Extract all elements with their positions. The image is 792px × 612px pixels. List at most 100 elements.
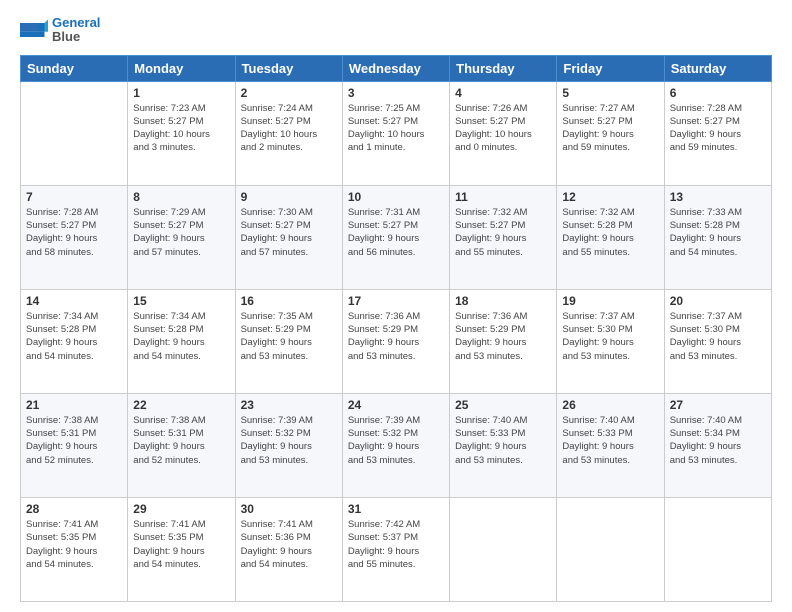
day-info: Sunrise: 7:42 AM Sunset: 5:37 PM Dayligh…: [348, 518, 444, 571]
week-row-5: 28 Sunrise: 7:41 AM Sunset: 5:35 PM Dayli…: [21, 497, 772, 601]
logo: General Blue: [20, 16, 100, 45]
calendar-cell: [450, 497, 557, 601]
calendar-cell: 22 Sunrise: 7:38 AM Sunset: 5:31 PM Dayli…: [128, 393, 235, 497]
day-info: Sunrise: 7:37 AM Sunset: 5:30 PM Dayligh…: [562, 310, 658, 363]
day-info: Sunrise: 7:39 AM Sunset: 5:32 PM Dayligh…: [348, 414, 444, 467]
day-header-monday: Monday: [128, 55, 235, 81]
calendar-cell: 15 Sunrise: 7:34 AM Sunset: 5:28 PM Dayli…: [128, 289, 235, 393]
day-number: 29: [133, 502, 229, 516]
day-info: Sunrise: 7:34 AM Sunset: 5:28 PM Dayligh…: [26, 310, 122, 363]
calendar-cell: 30Sunrise: 7:41 AM Sunset: 5:36 PM Dayli…: [235, 497, 342, 601]
day-header-tuesday: Tuesday: [235, 55, 342, 81]
day-number: 25: [455, 398, 551, 412]
calendar-cell: 19Sunrise: 7:37 AM Sunset: 5:30 PM Dayli…: [557, 289, 664, 393]
day-info: Sunrise: 7:32 AM Sunset: 5:27 PM Dayligh…: [455, 206, 551, 259]
calendar-cell: 16 Sunrise: 7:35 AM Sunset: 5:29 PM Dayli…: [235, 289, 342, 393]
day-number: 28: [26, 502, 122, 516]
day-number: 1: [133, 86, 229, 100]
day-info: Sunrise: 7:40 AM Sunset: 5:33 PM Dayligh…: [562, 414, 658, 467]
week-row-4: 21Sunrise: 7:38 AM Sunset: 5:31 PM Dayli…: [21, 393, 772, 497]
day-header-thursday: Thursday: [450, 55, 557, 81]
day-info: Sunrise: 7:41 AM Sunset: 5:35 PM Dayligh…: [133, 518, 229, 571]
calendar-cell: 12 Sunrise: 7:32 AM Sunset: 5:28 PM Dayli…: [557, 185, 664, 289]
calendar-cell: 21Sunrise: 7:38 AM Sunset: 5:31 PM Dayli…: [21, 393, 128, 497]
day-number: 4: [455, 86, 551, 100]
header: General Blue: [20, 16, 772, 45]
day-number: 24: [348, 398, 444, 412]
day-number: 6: [670, 86, 766, 100]
logo-icon: [20, 16, 48, 44]
calendar-cell: 28 Sunrise: 7:41 AM Sunset: 5:35 PM Dayli…: [21, 497, 128, 601]
calendar-cell: 26 Sunrise: 7:40 AM Sunset: 5:33 PM Dayli…: [557, 393, 664, 497]
day-info: Sunrise: 7:35 AM Sunset: 5:29 PM Dayligh…: [241, 310, 337, 363]
page: General Blue SundayMondayTuesdayWednesda…: [0, 0, 792, 612]
calendar-cell: 8 Sunrise: 7:29 AM Sunset: 5:27 PM Daylig…: [128, 185, 235, 289]
day-info: Sunrise: 7:24 AM Sunset: 5:27 PM Dayligh…: [241, 102, 337, 155]
day-info: Sunrise: 7:33 AM Sunset: 5:28 PM Dayligh…: [670, 206, 766, 259]
day-number: 8: [133, 190, 229, 204]
day-number: 15: [133, 294, 229, 308]
day-number: 13: [670, 190, 766, 204]
day-info: Sunrise: 7:23 AM Sunset: 5:27 PM Dayligh…: [133, 102, 229, 155]
day-info: Sunrise: 7:41 AM Sunset: 5:35 PM Dayligh…: [26, 518, 122, 571]
day-number: 27: [670, 398, 766, 412]
day-number: 31: [348, 502, 444, 516]
calendar-cell: 25 Sunrise: 7:40 AM Sunset: 5:33 PM Dayli…: [450, 393, 557, 497]
calendar-cell: 18Sunrise: 7:36 AM Sunset: 5:29 PM Dayli…: [450, 289, 557, 393]
day-info: Sunrise: 7:38 AM Sunset: 5:31 PM Dayligh…: [133, 414, 229, 467]
calendar-cell: 20Sunrise: 7:37 AM Sunset: 5:30 PM Dayli…: [664, 289, 771, 393]
day-info: Sunrise: 7:40 AM Sunset: 5:34 PM Dayligh…: [670, 414, 766, 467]
calendar-cell: [664, 497, 771, 601]
week-row-1: 1 Sunrise: 7:23 AM Sunset: 5:27 PM Daylig…: [21, 81, 772, 185]
day-number: 16: [241, 294, 337, 308]
calendar-cell: 29 Sunrise: 7:41 AM Sunset: 5:35 PM Dayli…: [128, 497, 235, 601]
calendar-cell: 10 Sunrise: 7:31 AM Sunset: 5:27 PM Dayli…: [342, 185, 449, 289]
logo-text: General Blue: [52, 16, 100, 45]
day-number: 5: [562, 86, 658, 100]
calendar-cell: 11Sunrise: 7:32 AM Sunset: 5:27 PM Dayli…: [450, 185, 557, 289]
calendar-cell: 3Sunrise: 7:25 AM Sunset: 5:27 PM Daylig…: [342, 81, 449, 185]
calendar-cell: 13 Sunrise: 7:33 AM Sunset: 5:28 PM Dayli…: [664, 185, 771, 289]
day-number: 20: [670, 294, 766, 308]
calendar-cell: [21, 81, 128, 185]
calendar-cell: 14 Sunrise: 7:34 AM Sunset: 5:28 PM Dayli…: [21, 289, 128, 393]
day-info: Sunrise: 7:28 AM Sunset: 5:27 PM Dayligh…: [26, 206, 122, 259]
calendar-cell: 6 Sunrise: 7:28 AM Sunset: 5:27 PM Daylig…: [664, 81, 771, 185]
day-info: Sunrise: 7:27 AM Sunset: 5:27 PM Dayligh…: [562, 102, 658, 155]
day-info: Sunrise: 7:36 AM Sunset: 5:29 PM Dayligh…: [348, 310, 444, 363]
calendar-cell: 24 Sunrise: 7:39 AM Sunset: 5:32 PM Dayli…: [342, 393, 449, 497]
day-info: Sunrise: 7:29 AM Sunset: 5:27 PM Dayligh…: [133, 206, 229, 259]
day-number: 9: [241, 190, 337, 204]
calendar-cell: 7 Sunrise: 7:28 AM Sunset: 5:27 PM Daylig…: [21, 185, 128, 289]
day-number: 22: [133, 398, 229, 412]
day-number: 7: [26, 190, 122, 204]
calendar-table: SundayMondayTuesdayWednesdayThursdayFrid…: [20, 55, 772, 602]
day-number: 2: [241, 86, 337, 100]
calendar-cell: 9 Sunrise: 7:30 AM Sunset: 5:27 PM Daylig…: [235, 185, 342, 289]
calendar-cell: 23 Sunrise: 7:39 AM Sunset: 5:32 PM Dayli…: [235, 393, 342, 497]
day-header-saturday: Saturday: [664, 55, 771, 81]
day-info: Sunrise: 7:30 AM Sunset: 5:27 PM Dayligh…: [241, 206, 337, 259]
day-number: 30: [241, 502, 337, 516]
day-number: 26: [562, 398, 658, 412]
calendar-cell: 17Sunrise: 7:36 AM Sunset: 5:29 PM Dayli…: [342, 289, 449, 393]
day-header-wednesday: Wednesday: [342, 55, 449, 81]
day-info: Sunrise: 7:34 AM Sunset: 5:28 PM Dayligh…: [133, 310, 229, 363]
day-info: Sunrise: 7:32 AM Sunset: 5:28 PM Dayligh…: [562, 206, 658, 259]
day-info: Sunrise: 7:28 AM Sunset: 5:27 PM Dayligh…: [670, 102, 766, 155]
week-row-3: 14 Sunrise: 7:34 AM Sunset: 5:28 PM Dayli…: [21, 289, 772, 393]
day-header-friday: Friday: [557, 55, 664, 81]
day-number: 23: [241, 398, 337, 412]
day-info: Sunrise: 7:36 AM Sunset: 5:29 PM Dayligh…: [455, 310, 551, 363]
calendar-cell: 2 Sunrise: 7:24 AM Sunset: 5:27 PM Daylig…: [235, 81, 342, 185]
calendar-cell: 31 Sunrise: 7:42 AM Sunset: 5:37 PM Dayli…: [342, 497, 449, 601]
day-info: Sunrise: 7:40 AM Sunset: 5:33 PM Dayligh…: [455, 414, 551, 467]
day-number: 12: [562, 190, 658, 204]
day-number: 10: [348, 190, 444, 204]
day-number: 14: [26, 294, 122, 308]
day-number: 3: [348, 86, 444, 100]
week-row-2: 7 Sunrise: 7:28 AM Sunset: 5:27 PM Daylig…: [21, 185, 772, 289]
day-info: Sunrise: 7:39 AM Sunset: 5:32 PM Dayligh…: [241, 414, 337, 467]
calendar-cell: 1 Sunrise: 7:23 AM Sunset: 5:27 PM Daylig…: [128, 81, 235, 185]
day-info: Sunrise: 7:31 AM Sunset: 5:27 PM Dayligh…: [348, 206, 444, 259]
